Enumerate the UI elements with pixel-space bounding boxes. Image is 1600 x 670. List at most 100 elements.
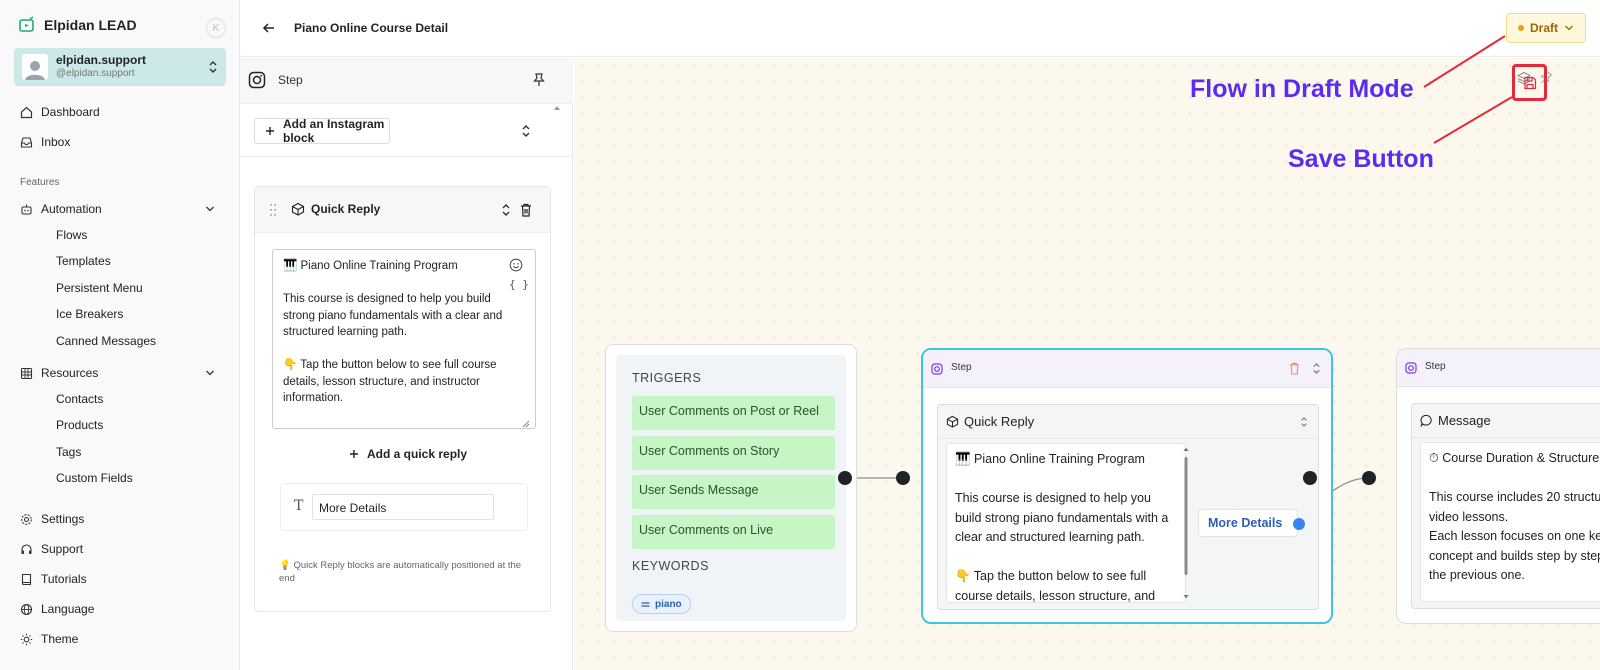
sidebar-item-tutorials[interactable]: Tutorials	[20, 570, 87, 588]
status-label: Draft	[1529, 21, 1558, 35]
sidebar-item-resources[interactable]: Resources	[20, 364, 98, 382]
sidebar-item-persistent-menu[interactable]: Persistent Menu	[56, 281, 143, 295]
save-button[interactable]	[1512, 64, 1547, 101]
chevron-updown-icon[interactable]	[1312, 362, 1321, 375]
sidebar-item-dashboard[interactable]: Dashboard	[20, 103, 100, 121]
sidebar-item-label: Automation	[41, 202, 102, 216]
chevron-updown-icon[interactable]	[521, 124, 531, 138]
message-preview: 🎹 Piano Online Training Program This cou…	[946, 443, 1186, 603]
step-input-port[interactable]	[1362, 471, 1376, 485]
equals-icon	[641, 601, 650, 608]
cube-icon	[946, 415, 959, 428]
instagram-icon	[1405, 362, 1417, 374]
brand[interactable]: Elpidan LEAD	[18, 16, 137, 34]
chevron-down-icon	[1564, 24, 1574, 32]
keywords-label: KEYWORDS	[632, 559, 709, 573]
user-name: elpidan.support	[56, 53, 146, 67]
quick-reply-title-input[interactable]: More Details	[312, 494, 494, 520]
trigger-item[interactable]: User Comments on Live	[632, 515, 835, 549]
triggers-label: TRIGGERS	[632, 371, 702, 385]
sidebar-item-custom-fields[interactable]: Custom Fields	[56, 471, 133, 485]
sidebar-item-label: Inbox	[41, 135, 71, 149]
sidebar-item-label: Resources	[41, 366, 99, 380]
back-arrow-icon[interactable]	[262, 21, 276, 35]
sidebar-item-label: Language	[41, 602, 95, 616]
top-bar: Piano Online Course Detail Draft	[240, 0, 1600, 57]
keyword-chip[interactable]: piano	[632, 594, 691, 614]
sidebar-item-flows[interactable]: Flows	[56, 228, 87, 242]
save-icon	[1523, 76, 1537, 90]
chat-bubble-icon	[1420, 414, 1433, 427]
collapse-sidebar-button[interactable]: K	[206, 18, 226, 38]
book-icon	[20, 573, 33, 586]
step-node-message[interactable]: Step Message ⏱ Course Duration & Structu…	[1396, 348, 1600, 624]
drag-handle-icon[interactable]	[269, 203, 277, 217]
variable-braces-icon[interactable]: { }	[509, 278, 529, 291]
sun-icon	[20, 633, 33, 646]
sidebar-item-tags[interactable]: Tags	[56, 445, 81, 459]
sidebar: Elpidan LEAD K elpidan.support @elpidan.…	[0, 0, 240, 670]
block-header: Message	[1412, 404, 1600, 438]
divider	[240, 156, 573, 157]
trigger-output-port[interactable]	[838, 471, 852, 485]
step-editor-panel: Step Add an Instagram block Quick Reply	[240, 58, 573, 670]
block-title: Quick Reply	[964, 414, 1035, 429]
sidebar-item-canned-messages[interactable]: Canned Messages	[56, 334, 156, 348]
more-details-button[interactable]: More Details	[1198, 509, 1298, 537]
robot-icon	[20, 203, 33, 216]
chevron-down-icon[interactable]	[205, 205, 215, 213]
keyword-label: piano	[655, 598, 682, 610]
chevron-updown-icon[interactable]	[501, 203, 511, 217]
sidebar-item-ice-breakers[interactable]: Ice Breakers	[56, 307, 123, 321]
trigger-node[interactable]: TRIGGERS User Comments on Post or Reel U…	[605, 344, 857, 632]
chevron-updown-icon	[208, 60, 218, 74]
scrollbar[interactable]	[1183, 447, 1189, 599]
sidebar-item-support[interactable]: Support	[20, 540, 83, 558]
trigger-item[interactable]: User Comments on Post or Reel	[632, 396, 835, 430]
annotation-save-button: Save Button	[1288, 145, 1434, 173]
step-node-quick-reply[interactable]: Step Quick Reply 🎹 Piano Online Training…	[921, 348, 1333, 624]
sidebar-item-products[interactable]: Products	[56, 418, 103, 432]
trigger-item[interactable]: User Sends Message	[632, 475, 835, 509]
sidebar-item-templates[interactable]: Templates	[56, 254, 111, 268]
instagram-icon	[248, 71, 266, 89]
panel-title: Step	[278, 73, 303, 87]
chevron-updown-icon[interactable]	[1300, 416, 1308, 428]
scroll-up-arrow-icon[interactable]	[553, 105, 561, 111]
step-output-port[interactable]	[1303, 471, 1317, 485]
add-quick-reply-label: Add a quick reply	[367, 447, 468, 461]
message-text-input[interactable]: 🎹 Piano Online Training Program This cou…	[272, 249, 536, 429]
status-dropdown[interactable]: Draft	[1506, 13, 1586, 43]
block-title: Message	[1438, 413, 1491, 428]
add-instagram-block-button[interactable]: Add an Instagram block	[254, 117, 390, 145]
resize-handle-icon[interactable]	[522, 420, 530, 428]
trigger-node-body: TRIGGERS User Comments on Post or Reel U…	[616, 355, 846, 621]
pin-icon[interactable]	[533, 73, 545, 87]
sidebar-item-settings[interactable]: Settings	[20, 510, 84, 528]
quick-reply-block: Quick Reply 🎹 Piano Online Training Prog…	[254, 186, 551, 612]
button-output-port[interactable]	[1293, 518, 1305, 530]
chevron-down-icon[interactable]	[205, 369, 215, 377]
sidebar-item-label: Tutorials	[41, 572, 87, 586]
trash-icon[interactable]	[1289, 362, 1300, 375]
emoji-icon[interactable]	[509, 258, 523, 272]
inbox-icon	[20, 136, 33, 149]
sidebar-item-contacts[interactable]: Contacts	[56, 392, 103, 406]
cube-icon	[291, 202, 305, 216]
trigger-item[interactable]: User Comments on Story	[632, 436, 835, 470]
sidebar-item-theme[interactable]: Theme	[20, 630, 78, 648]
quick-reply-block-header: Quick Reply	[255, 187, 550, 233]
hint-text: 💡 Quick Reply blocks are automatically p…	[279, 560, 522, 584]
user-switcher[interactable]: elpidan.support @elpidan.support	[14, 48, 226, 86]
flow-canvas[interactable]: TRIGGERS User Comments on Post or Reel U…	[574, 58, 1600, 670]
sidebar-item-label: Settings	[41, 512, 85, 526]
step-input-port[interactable]	[896, 471, 910, 485]
sidebar-item-language[interactable]: Language	[20, 600, 94, 618]
logo-icon	[18, 16, 36, 34]
headset-icon	[20, 543, 33, 556]
sidebar-item-inbox[interactable]: Inbox	[20, 133, 70, 151]
trash-icon[interactable]	[520, 203, 532, 217]
avatar	[22, 54, 48, 80]
sidebar-item-automation[interactable]: Automation	[20, 200, 102, 218]
add-quick-reply-button[interactable]: Add a quick reply	[349, 447, 467, 461]
